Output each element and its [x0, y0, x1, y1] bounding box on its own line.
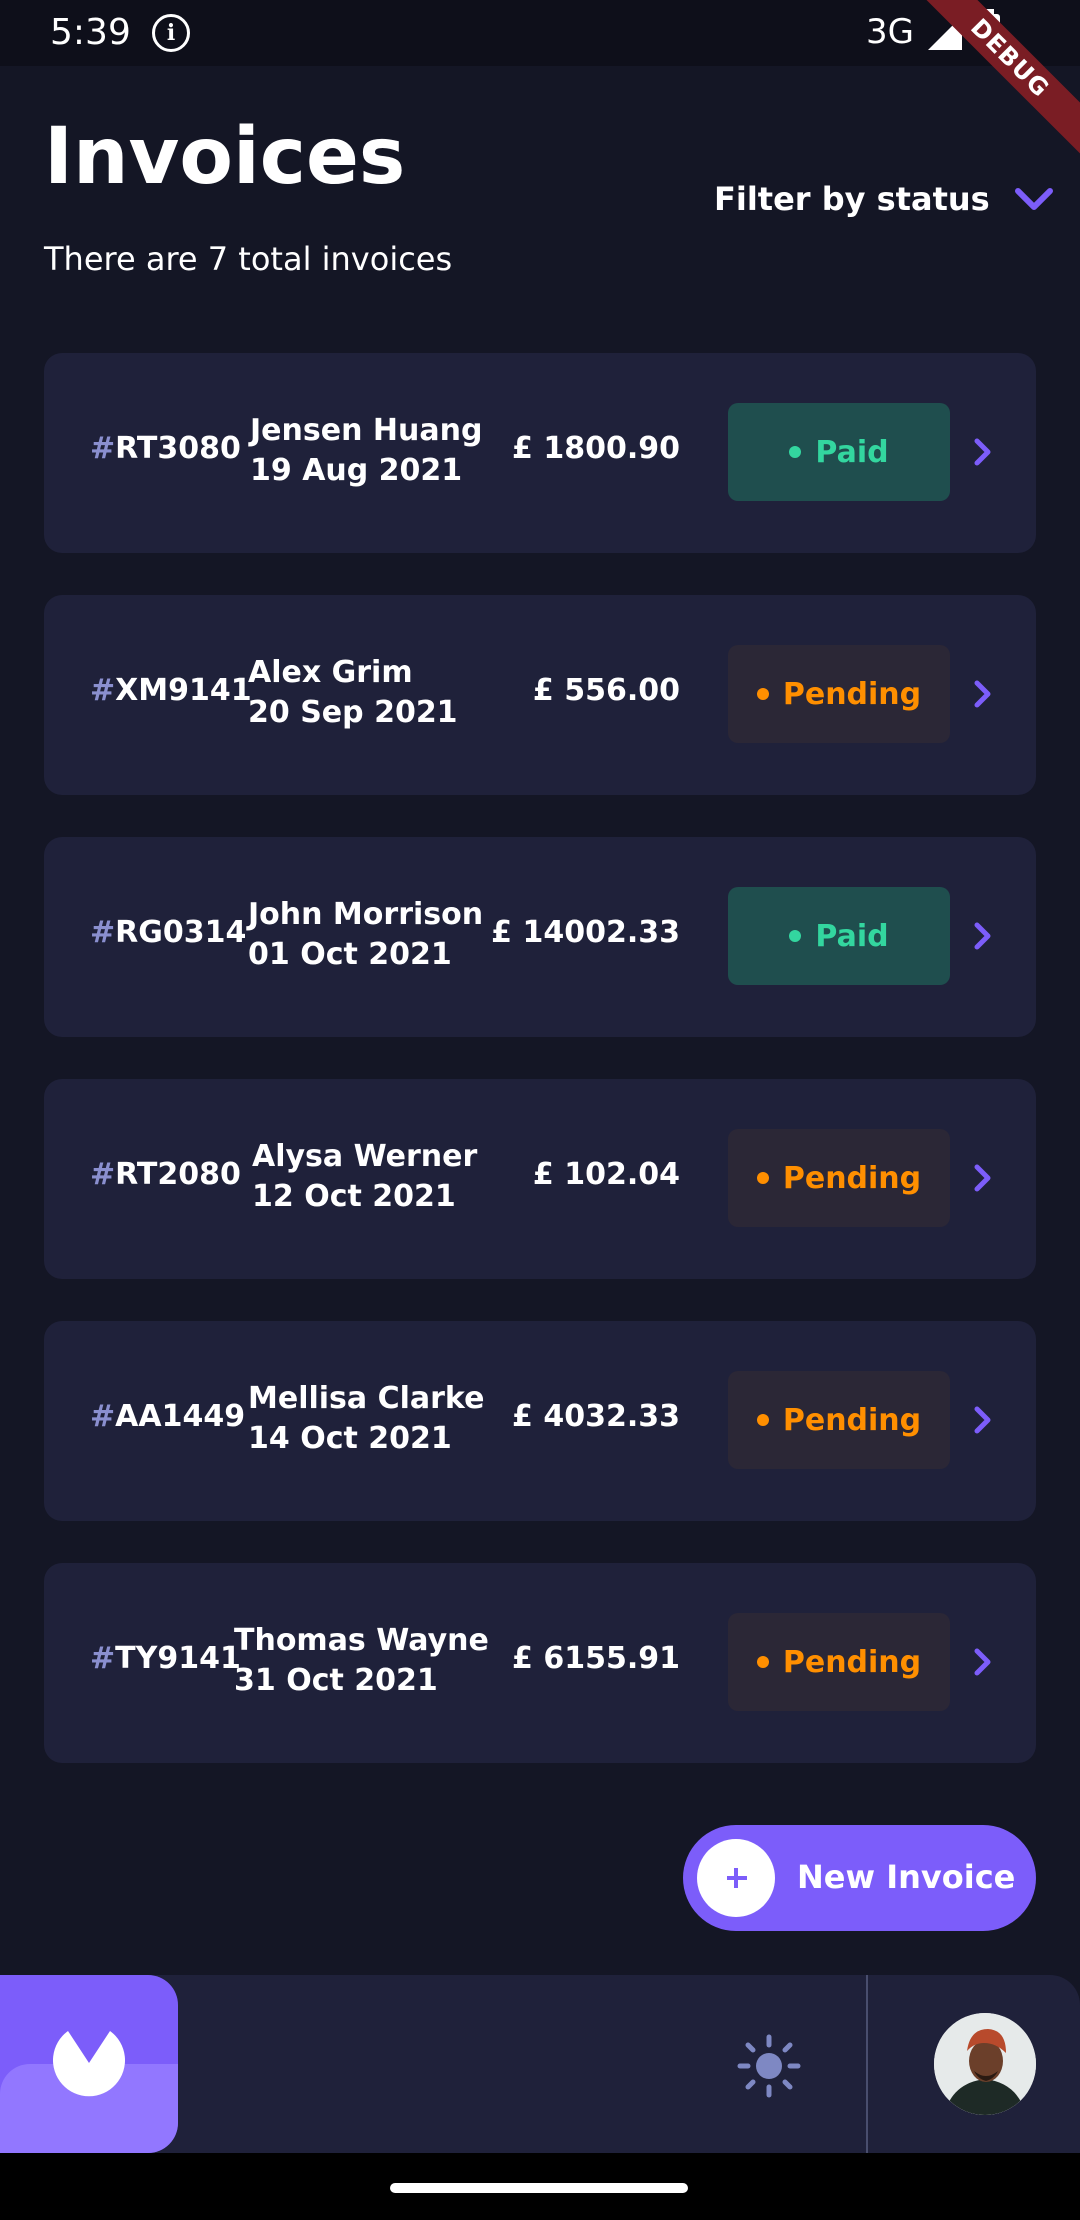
invoice-id: #RG0314	[90, 915, 247, 950]
invoice-card[interactable]: #AA1449 Mellisa Clarke 14 Oct 2021 £ 403…	[44, 1321, 1036, 1521]
invoice-id: #RT2080	[90, 1157, 241, 1192]
filter-label: Filter by status	[714, 180, 990, 218]
status-badge: Pending	[728, 1613, 950, 1711]
due-date: 12 Oct 2021	[252, 1179, 456, 1214]
invoice-amount: £ 1800.90	[512, 431, 680, 466]
chevron-down-icon	[1014, 188, 1053, 210]
invoice-amount: £ 14002.33	[491, 915, 680, 950]
sun-icon[interactable]	[736, 2033, 802, 2099]
status-dot	[756, 688, 769, 700]
invoice-card[interactable]: #TY9141 Thomas Wayne 31 Oct 2021 £ 6155.…	[44, 1563, 1036, 1763]
chevron-right-icon	[974, 1164, 991, 1192]
avatar-image	[934, 2013, 1036, 2115]
due-date: 19 Aug 2021	[250, 453, 463, 488]
bottom-divider	[866, 1975, 868, 2153]
chevron-right-icon	[974, 680, 991, 708]
status-time: 5:39	[50, 12, 131, 53]
invoice-list: #RT3080 Jensen Huang 19 Aug 2021 £ 1800.…	[44, 353, 1036, 1805]
app-logo[interactable]	[0, 1975, 178, 2153]
invoice-client: Jensen Huang 19 Aug 2021	[250, 411, 482, 491]
chevron-right-icon	[974, 922, 991, 950]
logo-icon	[52, 2031, 125, 2097]
status-dot	[756, 1172, 769, 1184]
invoice-amount: £ 6155.91	[512, 1641, 680, 1676]
invoice-amount: £ 556.00	[532, 673, 680, 708]
chevron-right-icon	[974, 438, 991, 466]
invoice-client: Alex Grim 20 Sep 2021	[248, 653, 458, 733]
status-badge: Pending	[728, 1129, 950, 1227]
invoice-client: John Morrison 01 Oct 2021	[248, 895, 483, 975]
page-title: Invoices	[44, 112, 406, 202]
due-date: 20 Sep 2021	[248, 695, 458, 730]
status-bar: 5:39 i 3G	[0, 0, 1080, 66]
due-date: 14 Oct 2021	[248, 1421, 452, 1456]
invoice-client: Mellisa Clarke 14 Oct 2021	[248, 1379, 484, 1459]
client-name: Alysa Werner	[252, 1139, 478, 1174]
invoice-id: #XM9141	[90, 673, 252, 708]
system-nav-bar	[0, 2153, 1080, 2220]
invoice-amount: £ 4032.33	[512, 1399, 680, 1434]
client-name: Thomas Wayne	[234, 1623, 489, 1658]
network-type: 3G	[866, 12, 914, 52]
new-invoice-label: New Invoice	[797, 1858, 1016, 1896]
invoice-amount: £ 102.04	[532, 1157, 680, 1192]
plus-icon	[697, 1839, 775, 1917]
status-badge: Pending	[728, 645, 950, 743]
invoice-count: There are 7 total invoices	[44, 240, 453, 278]
home-indicator[interactable]	[390, 2183, 688, 2193]
status-dot	[789, 930, 802, 942]
bottom-bar	[0, 1975, 1080, 2153]
chevron-right-icon	[974, 1406, 991, 1434]
user-avatar[interactable]	[934, 2013, 1036, 2115]
new-invoice-button[interactable]: New Invoice	[683, 1825, 1036, 1931]
due-date: 31 Oct 2021	[234, 1663, 438, 1698]
invoice-id: #TY9141	[90, 1641, 241, 1676]
status-badge: Paid	[728, 887, 950, 985]
status-badge: Pending	[728, 1371, 950, 1469]
invoice-client: Thomas Wayne 31 Oct 2021	[234, 1621, 489, 1701]
info-icon: i	[152, 14, 190, 52]
client-name: John Morrison	[248, 897, 484, 932]
invoice-client: Alysa Werner 12 Oct 2021	[252, 1137, 477, 1217]
client-name: Mellisa Clarke	[248, 1381, 485, 1416]
invoice-card[interactable]: #RT2080 Alysa Werner 12 Oct 2021 £ 102.0…	[44, 1079, 1036, 1279]
client-name: Alex Grim	[248, 655, 413, 690]
status-dot	[756, 1656, 769, 1668]
invoice-card[interactable]: #RG0314 John Morrison 01 Oct 2021 £ 1400…	[44, 837, 1036, 1037]
due-date: 01 Oct 2021	[248, 937, 452, 972]
status-dot	[789, 446, 802, 458]
status-dot	[756, 1414, 769, 1426]
invoice-id: #RT3080	[90, 431, 241, 466]
invoice-id: #AA1449	[90, 1399, 246, 1434]
filter-dropdown[interactable]: Filter by status	[714, 180, 1054, 218]
client-name: Jensen Huang	[250, 413, 483, 448]
invoice-card[interactable]: #RT3080 Jensen Huang 19 Aug 2021 £ 1800.…	[44, 353, 1036, 553]
status-badge: Paid	[728, 403, 950, 501]
chevron-right-icon	[974, 1648, 991, 1676]
invoice-card[interactable]: #XM9141 Alex Grim 20 Sep 2021 £ 556.00 P…	[44, 595, 1036, 795]
